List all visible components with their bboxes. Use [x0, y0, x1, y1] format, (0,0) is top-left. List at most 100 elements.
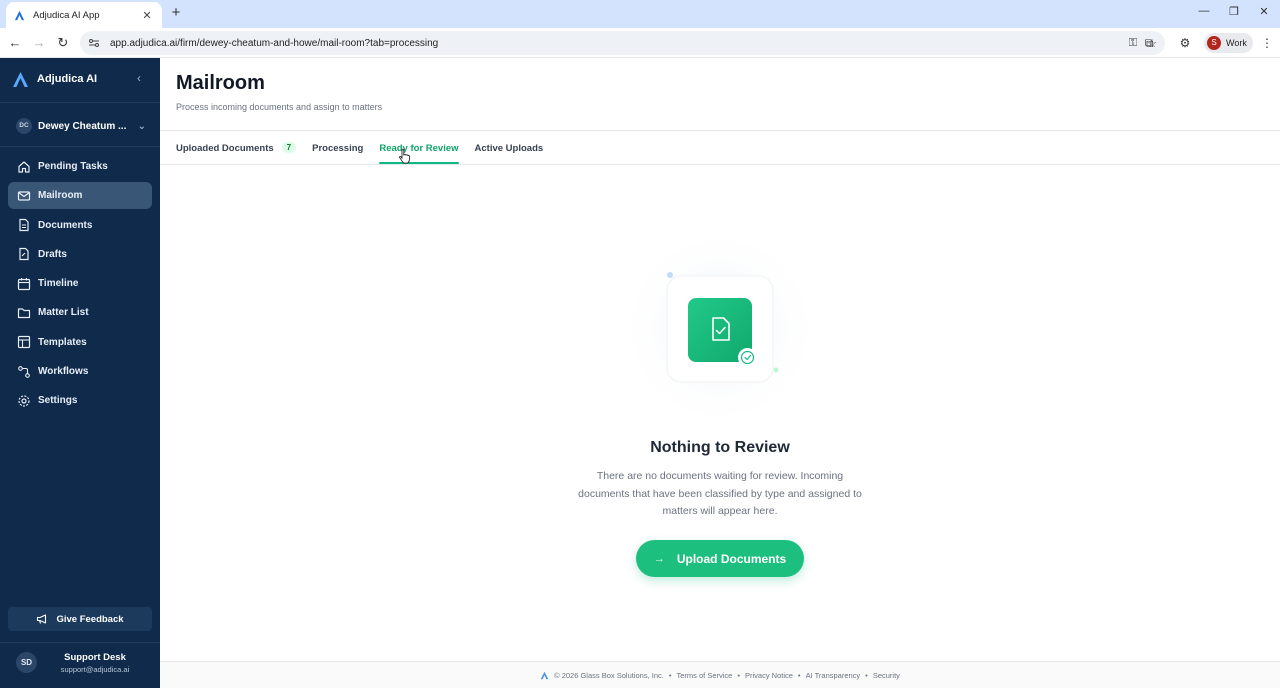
- browser-tabstrip: Adjudica AI App ✕ + — ❐ ✕: [0, 0, 1280, 28]
- arrow-right-icon: →: [653, 552, 665, 565]
- minimize-icon[interactable]: —: [1196, 5, 1212, 17]
- sidebar-item-label: Pending Tasks: [38, 161, 108, 172]
- firm-selector[interactable]: DC Dewey Cheatum ... ⌄: [16, 116, 146, 136]
- tab-label: Active Uploads: [474, 143, 544, 154]
- sidebar-item-label: Templates: [38, 336, 87, 348]
- calendar-icon: [17, 277, 31, 290]
- url-text: app.adjudica.ai/firm/dewey-cheatum-and-h…: [110, 37, 439, 49]
- footer-link-security[interactable]: Security: [873, 671, 900, 680]
- folder-icon: [17, 308, 31, 319]
- sidebar: Adjudica AI ‹ DC Dewey Cheatum ... ⌄ Pen…: [0, 58, 160, 688]
- templates-icon: [17, 336, 31, 349]
- chevron-down-icon: ⌄: [137, 120, 146, 132]
- user-email: support@adjudica.ai: [60, 665, 130, 674]
- password-key-icon[interactable]: ⚿: [1129, 37, 1137, 50]
- brand[interactable]: Adjudica AI: [12, 69, 97, 89]
- reload-icon[interactable]: ↻: [54, 34, 72, 52]
- tab-title: Adjudica AI App: [33, 9, 100, 21]
- footer-separator: •: [797, 670, 801, 680]
- mailroom-tabs: Uploaded Documents 7 Processing Ready fo…: [176, 142, 559, 164]
- feedback-label: Give Feedback: [56, 613, 124, 625]
- mouse-pointer-icon: [399, 148, 410, 164]
- empty-state-illustration: [615, 238, 825, 418]
- footer-link-terms[interactable]: Terms of Service: [676, 671, 732, 680]
- new-tab-button[interactable]: +: [168, 5, 184, 21]
- tab-processing[interactable]: Processing: [312, 142, 363, 164]
- sidebar-item-label: Mailroom: [38, 190, 83, 202]
- empty-state-title: Nothing to Review: [650, 439, 790, 456]
- tab-active-uploads[interactable]: Active Uploads: [475, 142, 544, 164]
- sidebar-item-workflows[interactable]: Workflows: [8, 358, 152, 385]
- adjudica-logo-icon: [13, 71, 28, 87]
- user-profile[interactable]: SD Support Desk support@adjudica.ai: [16, 651, 146, 677]
- browser-tab[interactable]: Adjudica AI App ✕: [6, 2, 162, 28]
- tab-label: Processing: [312, 143, 364, 154]
- megaphone-icon: [37, 614, 47, 624]
- browser-menu-icon[interactable]: ⋮: [1258, 34, 1276, 52]
- main-content: Mailroom Process incoming documents and …: [160, 58, 1280, 688]
- divider: [0, 146, 160, 147]
- sidebar-item-label: Drafts: [38, 248, 67, 260]
- empty-state-description: There are no documents waiting for revie…: [578, 470, 862, 517]
- divider: [160, 164, 1280, 165]
- sidebar-item-timeline[interactable]: Timeline: [8, 270, 152, 297]
- sidebar-item-mailroom[interactable]: Mailroom: [8, 182, 152, 210]
- brand-name: Adjudica AI: [37, 73, 98, 85]
- tab-search-icon[interactable]: ⧉: [1140, 34, 1158, 52]
- firm-name: Dewey Cheatum ...: [38, 120, 127, 132]
- back-icon[interactable]: ←: [6, 34, 24, 52]
- footer: © 2026 Glass Box Solutions, Inc. • Terms…: [160, 661, 1280, 688]
- sidebar-item-label: Documents: [38, 219, 93, 231]
- close-tab-icon[interactable]: ✕: [140, 9, 154, 22]
- footer-separator: •: [737, 670, 740, 680]
- adjudica-favicon-icon: [14, 10, 25, 20]
- mail-icon: [17, 191, 31, 201]
- footer-separator: •: [865, 670, 868, 680]
- tab-label: Ready for Review: [379, 143, 459, 154]
- tab-label: Uploaded Documents: [176, 143, 274, 154]
- page-title: Mailroom: [176, 72, 265, 94]
- sidebar-item-settings[interactable]: Settings: [8, 387, 152, 414]
- workflow-icon: [18, 365, 30, 378]
- drafts-icon: [19, 248, 29, 261]
- restore-icon[interactable]: ❐: [1226, 5, 1242, 18]
- adjudica-footer-logo-icon: [540, 671, 549, 679]
- divider: [160, 130, 1280, 131]
- sidebar-item-drafts[interactable]: Drafts: [8, 241, 152, 268]
- page-subtitle: Process incoming documents and assign to…: [176, 102, 383, 112]
- sidebar-item-documents[interactable]: Documents: [8, 212, 152, 239]
- close-window-icon[interactable]: ✕: [1256, 5, 1272, 18]
- extensions-icon[interactable]: ⚙: [1176, 34, 1194, 52]
- address-bar[interactable]: app.adjudica.ai/firm/dewey-cheatum-and-h…: [80, 31, 1165, 55]
- sidebar-item-label: Workflows: [38, 366, 89, 378]
- collapse-sidebar-icon[interactable]: ‹: [133, 71, 145, 85]
- document-icon: [19, 218, 29, 232]
- user-name: Support Desk: [64, 652, 126, 663]
- footer-link-privacy[interactable]: Privacy Notice: [745, 671, 793, 680]
- avatar: SD: [16, 652, 37, 673]
- firm-avatar: DC: [16, 118, 32, 134]
- profile-avatar: S: [1207, 36, 1221, 50]
- sidebar-item-matter-list[interactable]: Matter List: [8, 299, 152, 326]
- footer-copyright: © 2026 Glass Box Solutions, Inc.: [554, 670, 664, 680]
- sidebar-nav: Pending Tasks Mailroom Documents Drafts …: [8, 153, 152, 417]
- site-info-icon[interactable]: [88, 37, 100, 49]
- count-badge: 7: [281, 142, 297, 153]
- sidebar-item-pending-tasks[interactable]: Pending Tasks: [8, 153, 152, 180]
- footer-link-ai-transparency[interactable]: AI Transparency: [806, 671, 861, 680]
- footer-separator: •: [668, 670, 672, 680]
- sidebar-item-templates[interactable]: Templates: [8, 329, 152, 356]
- upload-button-label: Upload Documents: [676, 551, 787, 566]
- gear-icon: [18, 395, 30, 407]
- forward-icon[interactable]: →: [30, 34, 48, 52]
- profile-label: Work: [1226, 38, 1247, 48]
- tab-uploaded-documents[interactable]: Uploaded Documents 7: [176, 142, 297, 164]
- give-feedback-button[interactable]: Give Feedback: [8, 607, 152, 631]
- sidebar-item-label: Settings: [38, 395, 78, 407]
- sidebar-item-label: Timeline: [38, 278, 79, 290]
- upload-documents-button[interactable]: → Upload Documents: [636, 540, 804, 577]
- sidebar-item-label: Matter List: [38, 307, 89, 319]
- profile-chip[interactable]: S Work: [1204, 33, 1253, 53]
- tab-ready-for-review[interactable]: Ready for Review: [379, 142, 459, 164]
- home-icon: [18, 160, 30, 173]
